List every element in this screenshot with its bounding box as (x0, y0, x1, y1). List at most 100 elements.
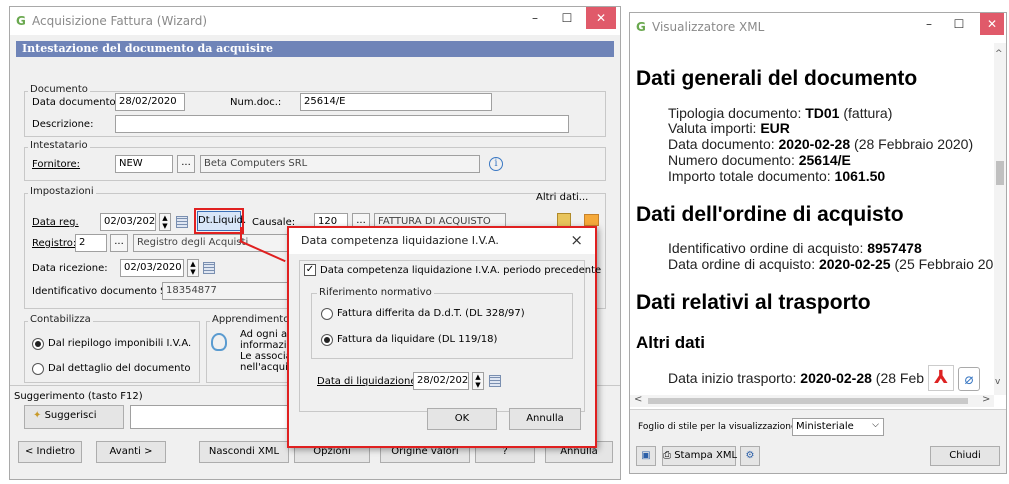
altri-dati-label[interactable]: Altri dati... (536, 192, 588, 203)
documento-group-label: Documento (28, 84, 90, 95)
num-doc-field[interactable]: 25614/E (300, 93, 492, 111)
data-ricezione-spinner[interactable]: ▲ ▼ (187, 259, 199, 277)
vertical-scrollbar[interactable]: ^ v (994, 43, 1006, 395)
folder-icon[interactable] (584, 214, 599, 226)
horizontal-scrollbar[interactable]: < > (630, 394, 994, 407)
scroll-right-arrow-icon[interactable]: > (982, 394, 990, 405)
registro-code-field[interactable]: 2 (75, 234, 107, 252)
save-icon-button[interactable]: ▣ (636, 446, 656, 466)
print-xml-button[interactable]: ⎙ Stampa XML (662, 446, 738, 466)
sdi-label: Identificativo documento SdI: (32, 286, 180, 297)
registro-desc-field: Registro degli Acquisti (133, 234, 293, 252)
section-heading-trasporto: Dati relativi al trasporto (636, 291, 871, 314)
fingerprint-icon (211, 333, 227, 351)
dialog-title: Data competenza liquidazione I.V.A. (301, 234, 499, 247)
radio-da-liquidare-label[interactable]: Fattura da liquidare (DL 119/18) (337, 334, 497, 345)
app-logo-icon: G (636, 20, 646, 34)
registro-lookup-button[interactable]: ... (110, 234, 128, 252)
radio-dettaglio[interactable] (32, 363, 44, 375)
stylesheet-select[interactable]: Ministeriale ⌵ (792, 418, 884, 436)
xml-line-id-ordine: Identificativo ordine di acquisto: 89574… (668, 240, 922, 256)
radio-dettaglio-label[interactable]: Dal dettaglio del documento (48, 363, 191, 374)
xml-titlebar: G Visualizzatore XML – ☐ ✕ (630, 13, 1006, 41)
xml-line-data-documento: Data documento: 2020-02-28 (28 Febbraio … (668, 136, 974, 152)
data-liquidazione-spinner[interactable]: ▲ ▼ (472, 372, 484, 390)
num-doc-label: Num.doc.: (230, 97, 282, 108)
xml-bottom-panel: Foglio di stile per la visualizzazione: … (630, 409, 1006, 473)
data-ricezione-label: Data ricezione: (32, 263, 108, 274)
chevron-down-icon: ⌵ (872, 420, 879, 430)
hide-xml-button[interactable]: Nascondi XML (199, 441, 289, 463)
intestatario-group-label: Intestatario (28, 140, 90, 151)
competenza-checkbox-label[interactable]: Data competenza liquidazione I.V.A. peri… (320, 265, 601, 276)
radio-ddt-label[interactable]: Fattura differita da D.d.T. (DL 328/97) (337, 308, 525, 319)
suggerimento-field[interactable] (130, 405, 290, 429)
radio-riepilogo-label[interactable]: Dal riepilogo imponibili I.V.A. (48, 338, 191, 349)
info-icon[interactable]: i (489, 157, 503, 171)
suggerisci-label: Suggerisci (44, 410, 97, 421)
section-heading-ordine: Dati dell'ordine di acquisto (636, 203, 904, 226)
xml-close-dialog-button[interactable]: Chiudi (930, 446, 1000, 466)
highlight-connector (240, 227, 242, 241)
xml-line-data-ordine: Data ordine di acquisto: 2020-02-25 (25 … (668, 256, 994, 272)
radio-da-liquidare[interactable] (321, 334, 333, 346)
suggerisci-button[interactable]: ✦ Suggerisci (24, 405, 124, 429)
wizard-titlebar: G Acquisizione Fattura (Wizard) – ☐ ✕ (10, 7, 620, 35)
close-button[interactable]: ✕ (586, 7, 616, 29)
data-documento-field[interactable]: 28/02/2020 (115, 93, 185, 111)
xml-content-area: Dati generali del documento Tipologia do… (630, 43, 994, 395)
attachment-icon[interactable]: ⌀ (958, 367, 980, 391)
xml-line-numero: Numero documento: 25614/E (668, 152, 851, 168)
data-liquidazione-field[interactable]: 28/02/2020 (413, 372, 469, 390)
settings-button[interactable]: ⚙ (740, 446, 760, 466)
data-reg-spinner[interactable]: ▲ ▼ (159, 213, 171, 231)
stylesheet-select-value: Ministeriale (796, 421, 854, 432)
fornitore-lookup-button[interactable]: ... (177, 155, 195, 173)
xml-line-importo: Importo totale documento: 1061.50 (668, 168, 886, 184)
data-reg-field[interactable]: 02/03/2020 (100, 213, 156, 231)
data-reg-label: Data reg. (32, 217, 79, 228)
radio-ddt[interactable] (321, 308, 333, 320)
fornitore-name-field: Beta Computers SRL (200, 155, 480, 173)
competenza-checkbox[interactable]: ✓ (304, 264, 316, 276)
xml-minimize-button[interactable]: – (914, 13, 944, 35)
fornitore-code-field[interactable]: NEW (115, 155, 173, 173)
save-icon: ▣ (641, 450, 651, 461)
suggerimento-label: Suggerimento (tasto F12) (14, 391, 143, 402)
calendar-icon[interactable] (176, 216, 188, 228)
dialog-close-button[interactable]: × (570, 231, 583, 249)
impostazioni-group-label: Impostazioni (28, 186, 96, 197)
pdf-icon[interactable]: ⅄ (928, 365, 954, 391)
riferimento-group-label: Riferimento normativo (317, 287, 434, 298)
xml-maximize-button[interactable]: ☐ (944, 13, 974, 35)
minimize-button[interactable]: – (520, 7, 550, 29)
altri-dati-edit-icon[interactable] (557, 213, 571, 227)
contabilizza-group-label: Contabilizza (28, 314, 93, 325)
maximize-button[interactable]: ☐ (552, 7, 582, 29)
next-button[interactable]: Avanti > (96, 441, 166, 463)
hscrollbar-thumb[interactable] (648, 398, 968, 404)
scroll-left-arrow-icon[interactable]: < (634, 394, 642, 405)
data-ricezione-field[interactable]: 02/03/2020 (120, 259, 184, 277)
scroll-down-arrow-icon[interactable]: v (995, 377, 1000, 387)
radio-riepilogo[interactable] (32, 338, 44, 350)
dialog-ok-button[interactable]: OK (427, 408, 497, 430)
dialog-cancel-button[interactable]: Annulla (509, 408, 581, 430)
wizard-header: Intestazione del documento da acquisire (22, 42, 274, 55)
back-button[interactable]: < Indietro (18, 441, 82, 463)
descrizione-field[interactable] (115, 115, 569, 133)
dt-liquid-button[interactable]: Dt.Liquid. (194, 208, 246, 234)
app-logo-icon: G (16, 14, 26, 28)
stylesheet-label: Foglio di stile per la visualizzazione: (638, 422, 800, 432)
print-xml-label: Stampa XML (674, 450, 738, 461)
scroll-up-arrow-icon[interactable]: ^ (995, 49, 1003, 59)
xml-close-button[interactable]: ✕ (980, 13, 1004, 35)
registro-label: Registro: (32, 238, 77, 249)
data-liquidazione-label: Data di liquidazione: (317, 376, 420, 387)
wizard-title: Acquisizione Fattura (Wizard) (32, 14, 208, 28)
calendar-icon[interactable] (489, 375, 501, 387)
scrollbar-thumb[interactable] (996, 161, 1004, 185)
calendar-icon[interactable] (203, 262, 215, 274)
section-heading-altri-dati: Altri dati (636, 333, 705, 352)
gear-icon: ⚙ (745, 450, 755, 461)
